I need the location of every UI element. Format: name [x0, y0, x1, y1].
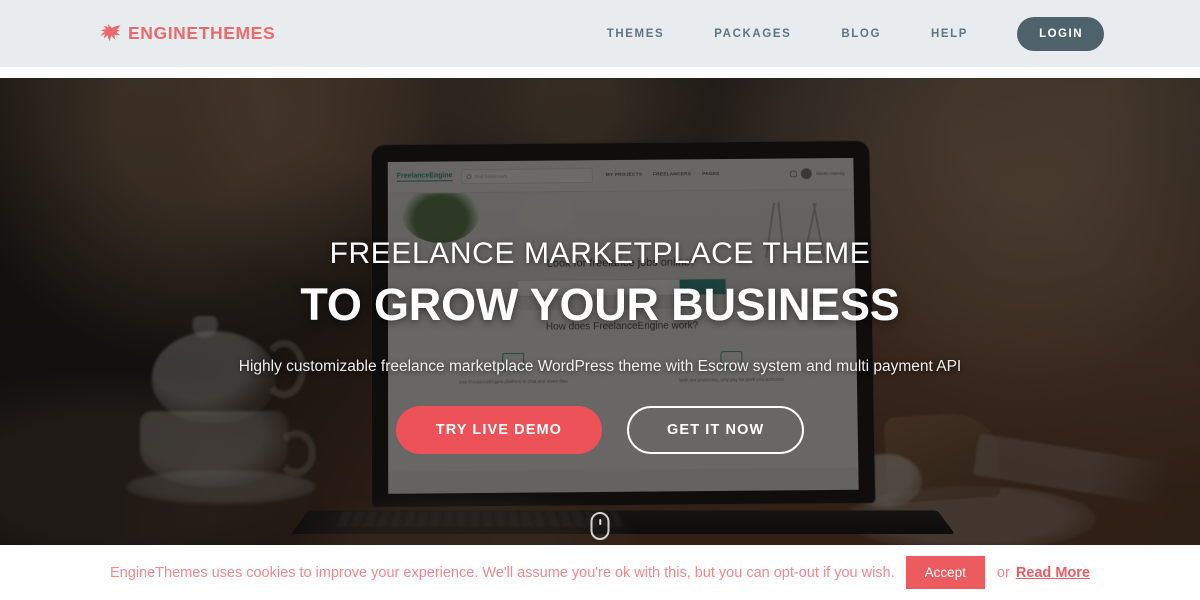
nav-item-themes[interactable]: THEMES [582, 28, 690, 40]
cookie-consent-bar: EngineThemes uses cookies to improve you… [0, 545, 1200, 600]
hero-content: FREELANCE MARKETPLACE THEME TO GROW YOUR… [0, 78, 1200, 545]
try-live-demo-button[interactable]: TRY LIVE DEMO [395, 406, 603, 454]
hero-subtitle: Highly customizable freelance marketplac… [238, 358, 962, 375]
cookie-or-label: or [996, 564, 1010, 581]
logo-text: ENGINETHEMES [128, 23, 276, 43]
nav-item-help[interactable]: HELP [906, 28, 993, 40]
nav-item-packages[interactable]: PACKAGES [689, 28, 816, 40]
main-navigation: THEMES PACKAGES BLOG HELP LOGIN [582, 16, 1104, 51]
cookie-message: EngineThemes uses cookies to improve you… [110, 564, 895, 581]
cookie-accept-button[interactable]: Accept [905, 556, 985, 589]
get-it-now-button[interactable]: GET IT NOW [627, 406, 805, 454]
hero-title: TO GROW YOUR BUSINESS [300, 279, 900, 330]
cookie-read-more-link[interactable]: Read More [1016, 565, 1090, 581]
mouse-scroll-icon[interactable] [590, 512, 610, 540]
hero-section: FreelanceEngine Find freelancers MY PROJ… [0, 78, 1200, 545]
header-inner: ENGINETHEMES THEMES PACKAGES BLOG HELP L… [0, 0, 1200, 67]
hummingbird-icon [96, 22, 122, 46]
hero-actions: TRY LIVE DEMO GET IT NOW [395, 406, 805, 454]
site-header: ENGINETHEMES THEMES PACKAGES BLOG HELP L… [0, 0, 1200, 67]
login-button[interactable]: LOGIN [1017, 16, 1104, 51]
site-logo[interactable]: ENGINETHEMES [96, 22, 275, 46]
header-divider [0, 67, 1200, 78]
nav-item-blog[interactable]: BLOG [816, 28, 906, 40]
hero-eyebrow: FREELANCE MARKETPLACE THEME [329, 237, 871, 270]
